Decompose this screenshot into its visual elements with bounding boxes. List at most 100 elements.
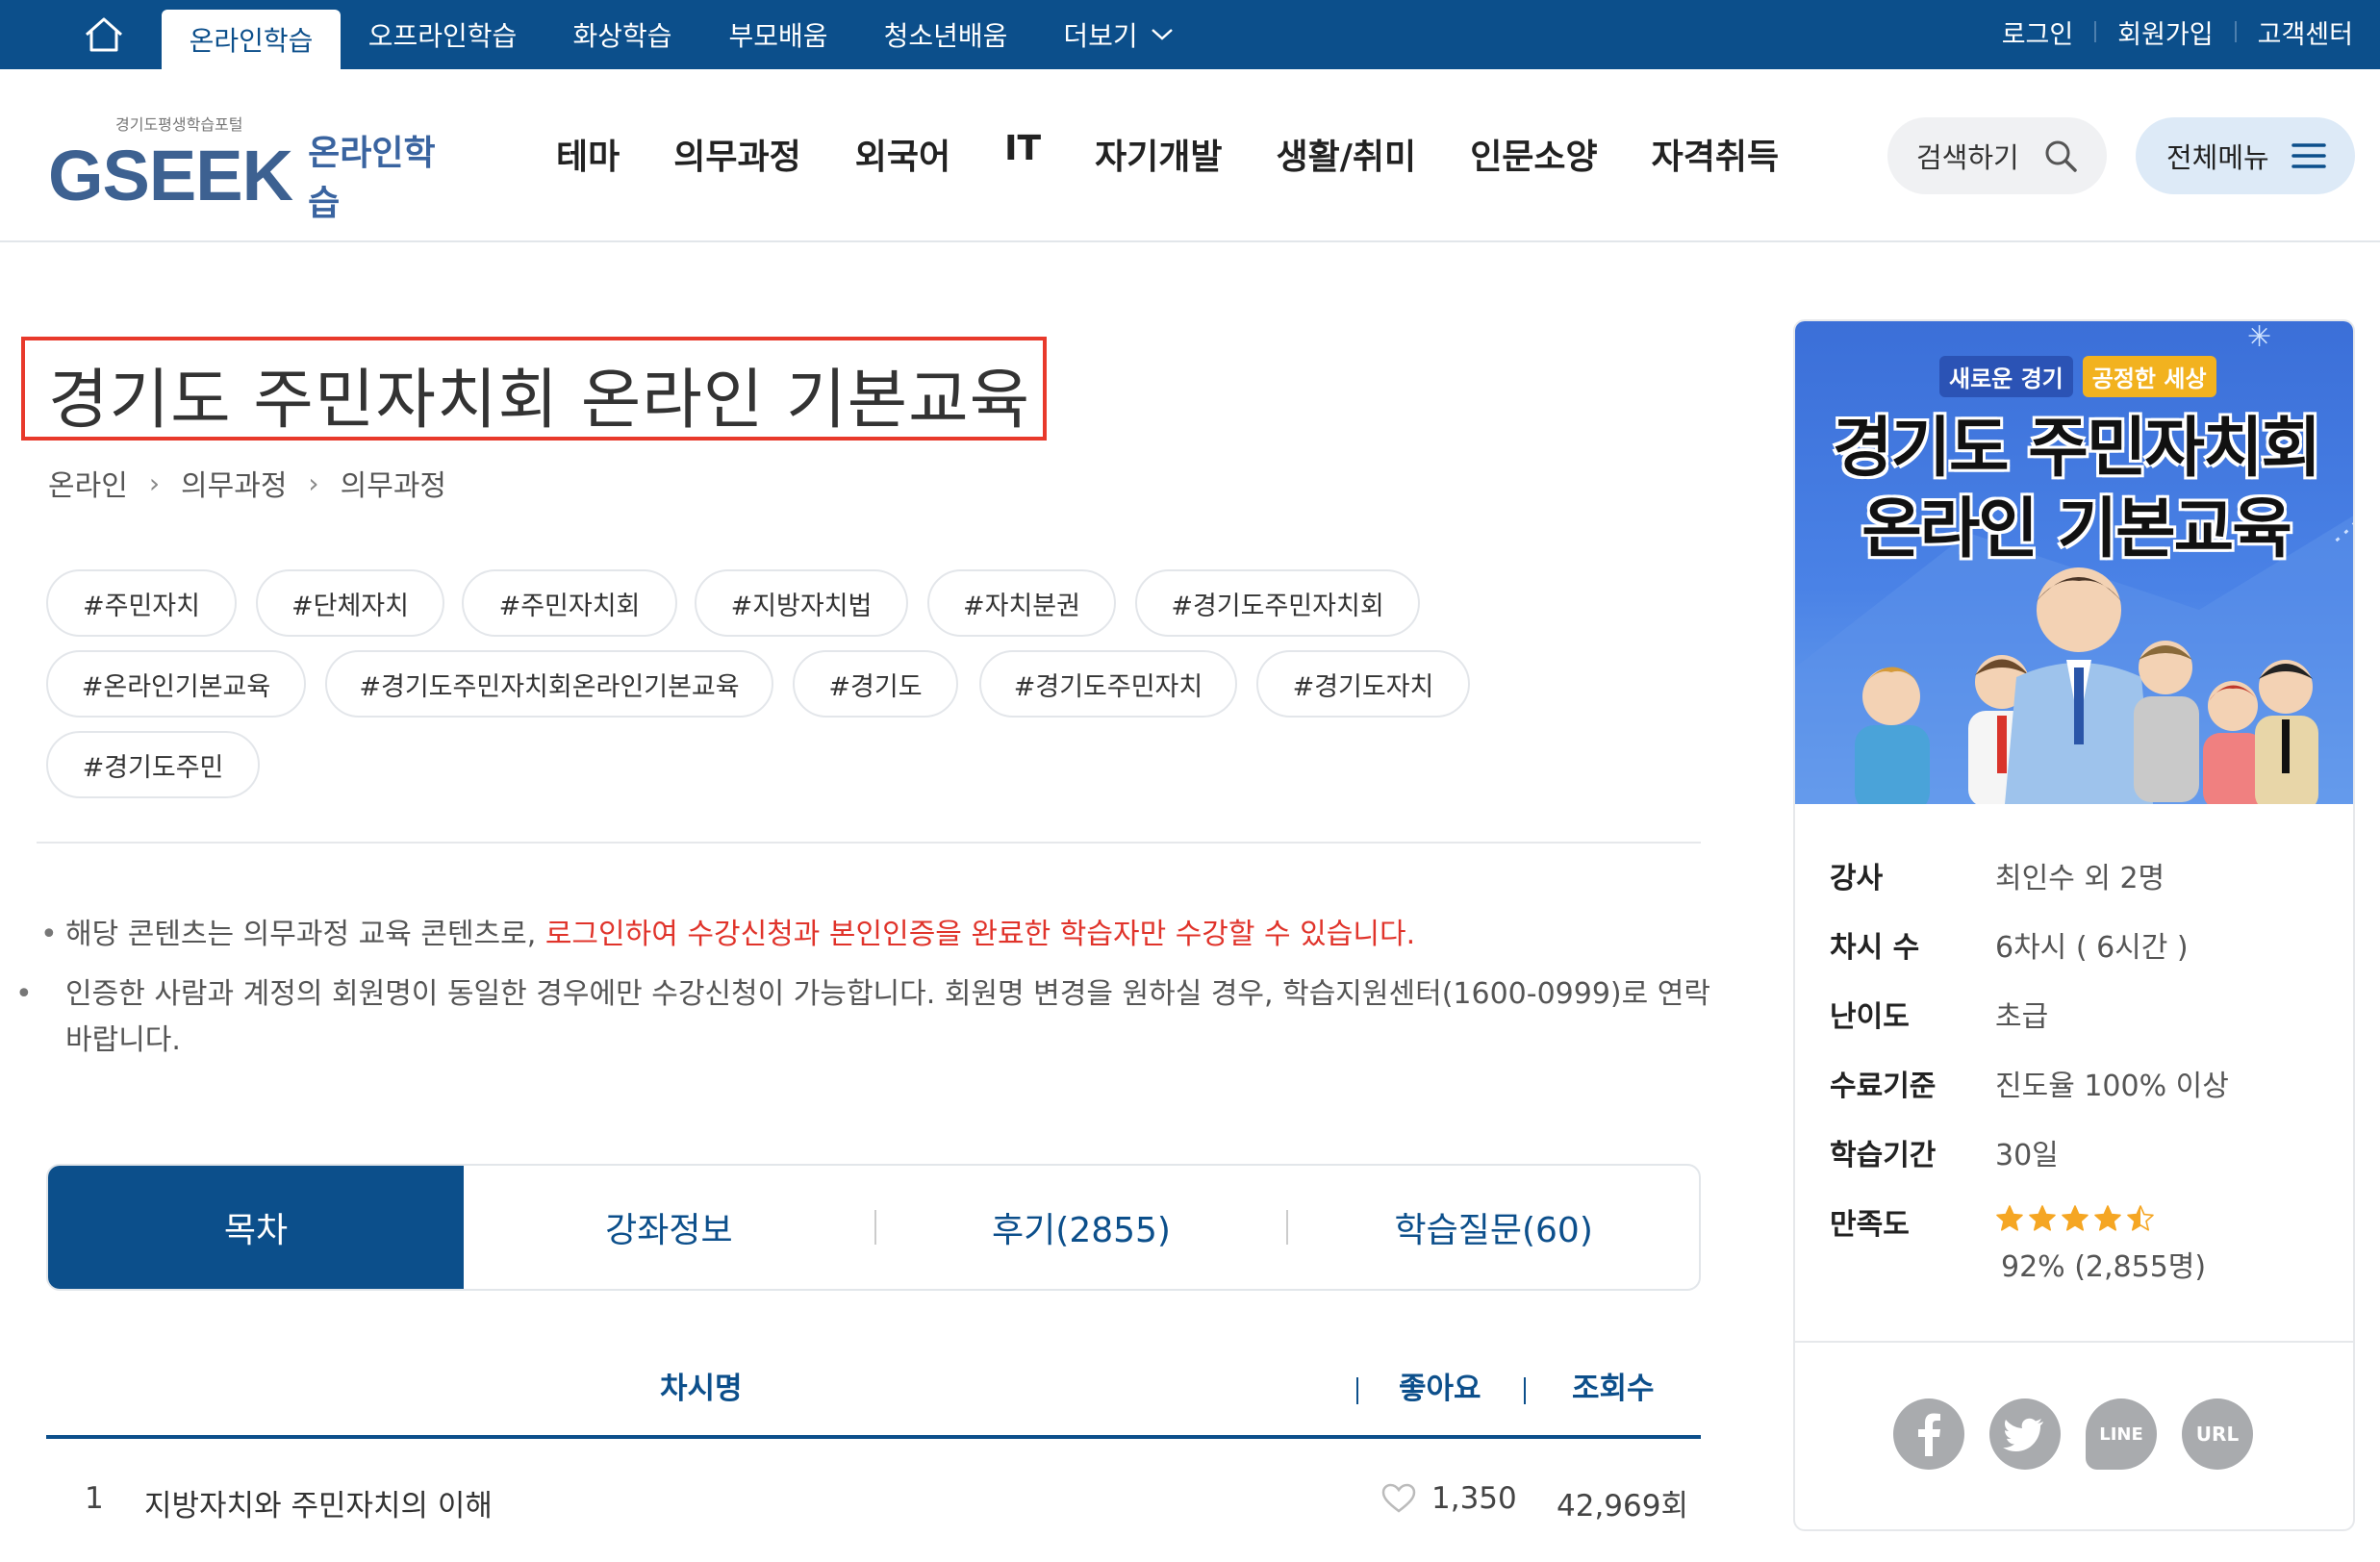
content-tabs: 목차 강좌정보 후기(2855) 학습질문(60)	[46, 1164, 1701, 1291]
star-icon	[2127, 1205, 2154, 1231]
top-utility-bar: 온라인학습 오프라인학습 화상학습 부모배움 청소년배움 더보기 로그인 회원가…	[0, 0, 2380, 69]
notice-1-warning: 로그인하여 수강신청과 본인인증을 완료한 학습자만 수강할 수 있습니다.	[544, 918, 1416, 951]
info-label: 난이도	[1830, 1000, 1910, 1034]
home-icon[interactable]	[75, 8, 133, 62]
hashtag[interactable]: #지방자치법	[695, 569, 908, 637]
search-icon	[2045, 140, 2077, 172]
heart-icon[interactable]	[1381, 1483, 1416, 1514]
tab-course-info[interactable]: 강좌정보	[464, 1166, 874, 1289]
breadcrumb: 온라인 › 의무과정 › 의무과정	[48, 462, 446, 504]
info-label: 수료기준	[1830, 1070, 1937, 1103]
hashtag[interactable]: #경기도	[793, 650, 958, 718]
breadcrumb-item[interactable]: 온라인	[48, 462, 128, 504]
breadcrumb-item[interactable]: 의무과정	[341, 462, 446, 504]
star-icon	[1996, 1205, 2023, 1231]
info-sessions: 차시 수 6차시 ( 6시간 )	[1830, 923, 2189, 966]
breadcrumb-item[interactable]: 의무과정	[181, 462, 287, 504]
info-satisfaction: 만족도	[1830, 1200, 1995, 1243]
gseek-logo[interactable]: 경기도평생학습포털 GSEEK 온라인학습	[48, 112, 452, 223]
logo-brand: GSEEK	[48, 135, 293, 215]
hashtag[interactable]: #경기도주민자치	[979, 650, 1237, 718]
thumbnail-title-line2: 온라인 기본교육	[1861, 491, 2292, 567]
tab-contents[interactable]: 목차	[48, 1166, 464, 1289]
svg-text:✳: ✳	[2247, 321, 2271, 354]
line-share-icon[interactable]: LINE	[2086, 1398, 2157, 1470]
header-divider	[1524, 1377, 1526, 1404]
logo-online-label: 온라인학습	[308, 134, 436, 223]
notice-2: • 인증한 사람과 계정의 회원명이 동일한 경우에만 수강신청이 가능합니다. …	[15, 971, 1714, 1064]
divider	[2234, 21, 2237, 42]
nav-item-mandatory[interactable]: 의무과정	[673, 129, 800, 179]
course-summary-card: ✳ 새로운 경기 공정한 세상 경기도 주민자치회 온라인 기본교육 강사 최인…	[1793, 319, 2355, 1531]
nav-item-it[interactable]: IT	[1004, 129, 1041, 179]
nav-item-self-development[interactable]: 자기개발	[1095, 129, 1222, 179]
login-link[interactable]: 로그인	[2002, 13, 2074, 51]
table-header-underline	[46, 1435, 1701, 1439]
main-nav: 테마 의무과정 외국어 IT 자기개발 생활/취미 인문소양 자격취득	[556, 129, 1833, 179]
top-tab-parent[interactable]: 부모배움	[714, 0, 843, 69]
info-completion: 수료기준 진도율 100% 이상	[1830, 1062, 2229, 1104]
info-value: 30일	[1995, 1139, 2059, 1172]
search-label: 검색하기	[1916, 141, 2019, 174]
info-label: 학습기간	[1830, 1139, 1937, 1172]
hashtag[interactable]: #단체자치	[256, 569, 444, 637]
slogan-2: 공정한 세상	[2082, 356, 2216, 397]
header-divider	[1356, 1377, 1358, 1404]
tab-questions[interactable]: 학습질문(60)	[1288, 1166, 1699, 1289]
support-link[interactable]: 고객센터	[2258, 13, 2353, 51]
nav-item-theme[interactable]: 테마	[556, 129, 620, 179]
url-share-icon[interactable]: URL	[2182, 1398, 2253, 1470]
top-tab-online[interactable]: 온라인학습	[162, 10, 341, 69]
notice-1-text: 해당 콘텐츠는 의무과정 교육 콘텐츠로,	[65, 918, 545, 951]
nav-item-certificate[interactable]: 자격취득	[1652, 129, 1779, 179]
hamburger-icon	[2291, 143, 2326, 168]
rating-stars	[1995, 1204, 2155, 1233]
hashtag[interactable]: #경기도주민	[46, 731, 260, 798]
info-value: 6차시 ( 6시간 )	[1995, 931, 2189, 965]
twitter-share-icon[interactable]	[1989, 1398, 2061, 1470]
line-share-label: LINE	[2099, 1423, 2143, 1445]
top-tab-more-label: 더보기	[1063, 20, 1138, 52]
all-menu-button[interactable]: 전체메뉴	[2136, 117, 2355, 194]
rating-text: 92% (2,855명)	[2001, 1250, 2207, 1284]
tab-reviews[interactable]: 후기(2855)	[876, 1166, 1287, 1289]
view-count: 42,969회	[1557, 1489, 1688, 1524]
session-name[interactable]: 지방자치와 주민자치의 이해	[144, 1481, 493, 1524]
hashtag[interactable]: #온라인기본교육	[46, 650, 306, 718]
info-label: 차시 수	[1830, 931, 1920, 965]
bullet: •	[40, 918, 58, 951]
main-header: 경기도평생학습포털 GSEEK 온라인학습 테마 의무과정 외국어 IT 자기개…	[0, 69, 2380, 242]
chevron-right-icon: ›	[308, 466, 319, 499]
hashtag[interactable]: #경기도주민자치회	[1135, 569, 1420, 637]
info-value: 최인수 외 2명	[1995, 862, 2165, 895]
card-divider	[1795, 1341, 2353, 1343]
thumbnail-slogan: 새로운 경기 공정한 세상	[1939, 356, 2216, 397]
hashtag[interactable]: #주민자치회	[462, 569, 677, 637]
hashtag[interactable]: #경기도자치	[1256, 650, 1470, 718]
top-tab-video[interactable]: 화상학습	[558, 0, 687, 69]
hashtag[interactable]: #경기도주민자치회온라인기본교육	[325, 650, 773, 718]
hashtag[interactable]: #자치분권	[927, 569, 1116, 637]
info-label: 강사	[1830, 862, 1884, 895]
top-tab-offline[interactable]: 오프라인학습	[358, 0, 527, 69]
url-share-label: URL	[2195, 1423, 2240, 1446]
all-menu-label: 전체메뉴	[2166, 141, 2269, 174]
top-tab-youth[interactable]: 청소년배움	[874, 0, 1018, 69]
table-row[interactable]: 1 지방자치와 주민자치의 이해 1,350 42,969회	[46, 1460, 1701, 1537]
top-tab-more[interactable]: 더보기	[1056, 0, 1181, 69]
info-instructor: 강사 최인수 외 2명	[1830, 854, 2165, 896]
nav-item-hobby[interactable]: 생활/취미	[1277, 129, 1417, 179]
info-value: 초급	[1995, 1000, 2049, 1034]
course-thumbnail: ✳ 새로운 경기 공정한 세상 경기도 주민자치회 온라인 기본교육	[1795, 321, 2353, 804]
nav-item-foreign-language[interactable]: 외국어	[855, 129, 950, 179]
star-icon	[2062, 1205, 2089, 1231]
search-button[interactable]: 검색하기	[1887, 117, 2107, 194]
facebook-share-icon[interactable]	[1893, 1398, 1964, 1470]
notice-1: • 해당 콘텐츠는 의무과정 교육 콘텐츠로, 로그인하여 수강신청과 본인인증을…	[40, 912, 1714, 958]
like-count: 1,350	[1431, 1481, 1517, 1516]
info-level: 난이도 초급	[1830, 993, 2048, 1035]
top-right-links: 로그인 회원가입 고객센터	[2002, 0, 2353, 63]
signup-link[interactable]: 회원가입	[2117, 13, 2213, 51]
hashtag[interactable]: #주민자치	[46, 569, 237, 637]
nav-item-humanities[interactable]: 인문소양	[1470, 129, 1597, 179]
